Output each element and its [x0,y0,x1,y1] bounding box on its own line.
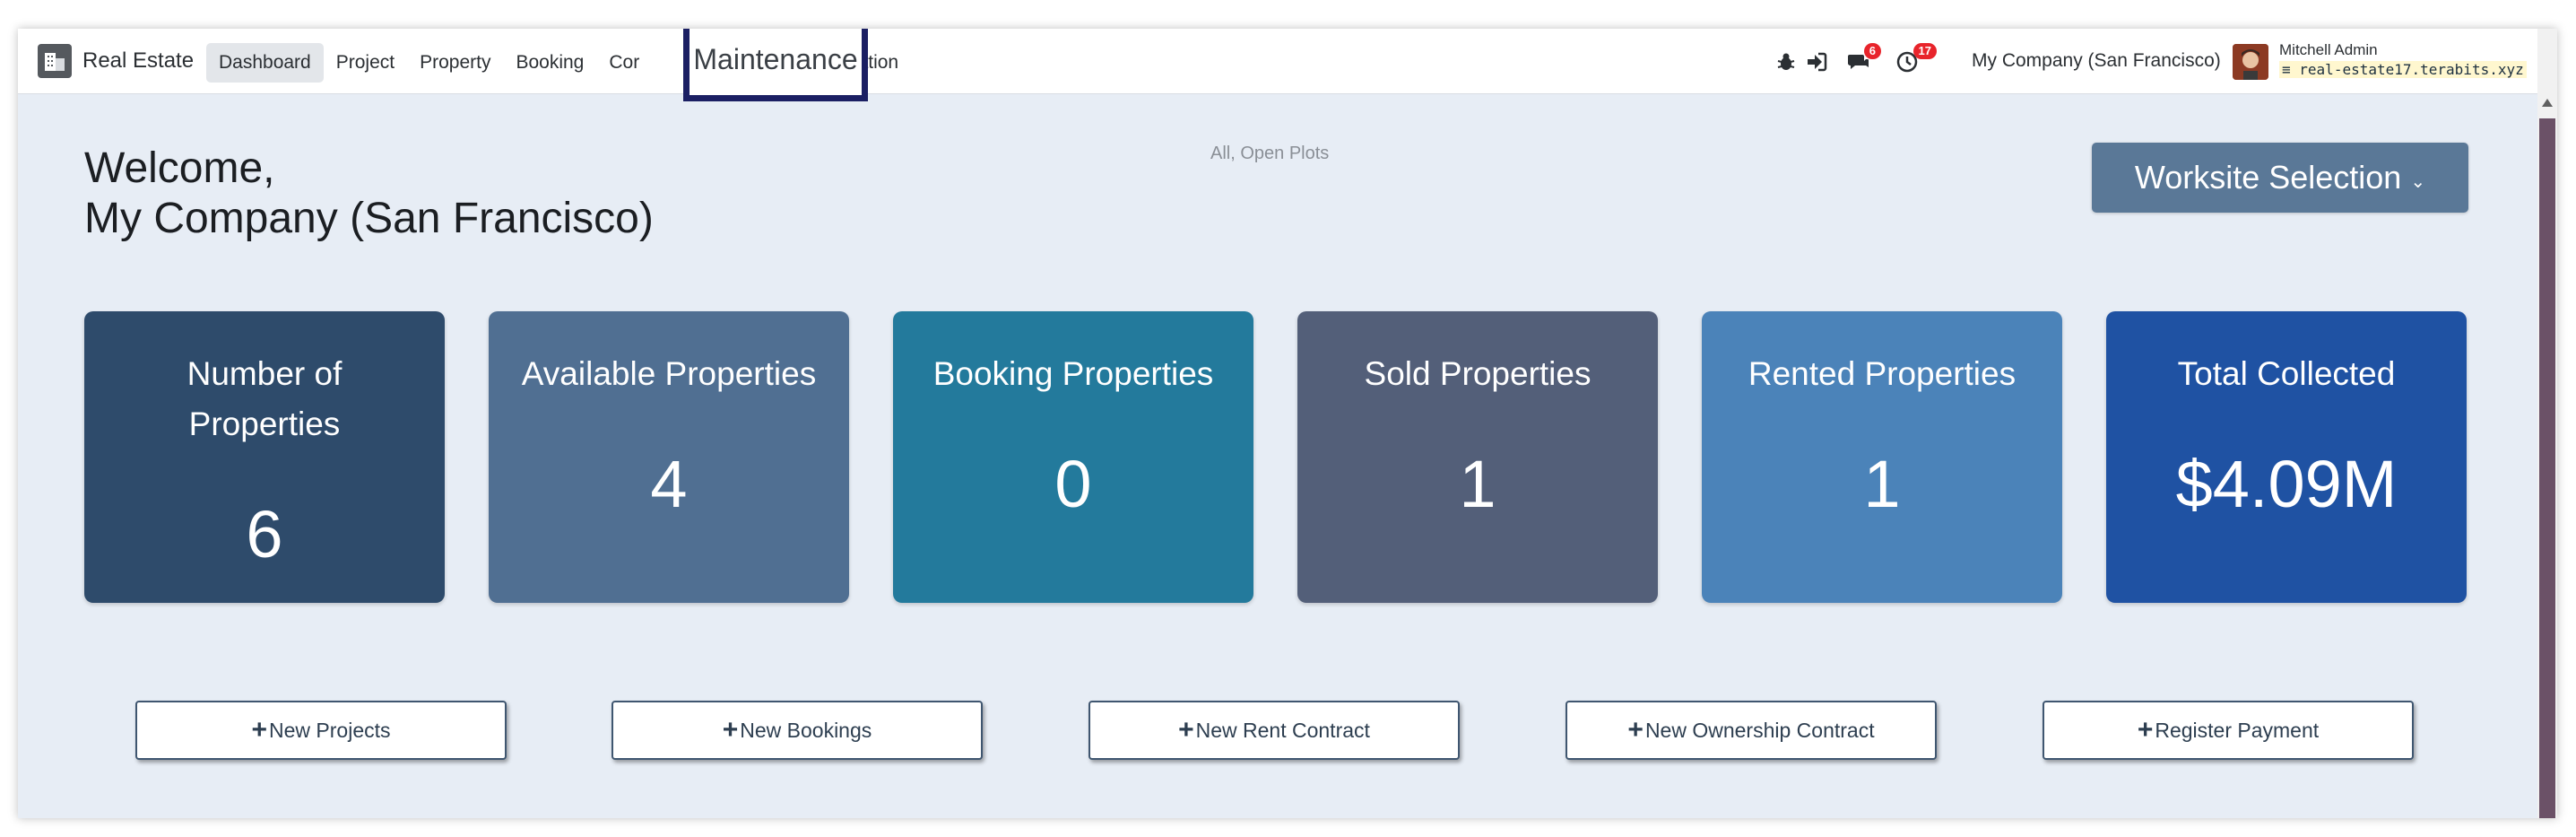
card-title: Booking Properties [932,355,1214,392]
card-value: 6 [246,497,283,571]
scroll-up-arrow[interactable] [2542,99,2553,107]
card-booking-properties[interactable]: Booking Properties 0 [893,311,1253,603]
company-line: My Company (San Francisco) [84,195,654,242]
card-title: Total Collected [2177,355,2396,392]
sign-in-icon[interactable] [1805,50,1828,74]
card-title: Sold Properties [1364,355,1592,392]
menu-property[interactable]: Property [407,43,503,83]
card-value: $4.09M [2175,447,2398,521]
card-title: Rented Properties [1748,355,2017,392]
database-label: real-estate17.terabits.xyz [2299,61,2524,78]
chevron-down-icon: ⌄ [2410,171,2426,192]
app-window: Real Estate Dashboard Project Property B… [18,29,2557,818]
card-title: Number of Properties [186,355,343,442]
card-sold-properties[interactable]: Sold Properties 1 [1297,311,1658,603]
button-label: Register Payment [2155,718,2320,742]
new-rent-contract-button[interactable]: + New Rent Contract [1089,701,1460,760]
clock-icon[interactable]: 17 [1895,43,1937,74]
filter-label: All, Open Plots [1210,144,1330,163]
card-number-of-properties[interactable]: Number of Properties 6 [84,311,445,603]
company-switcher[interactable]: My Company (San Francisco) [1972,50,2221,72]
welcome-heading: Welcome, My Company (San Francisco) [84,144,654,244]
new-ownership-contract-button[interactable]: + New Ownership Contract [1566,701,1937,760]
button-label: New Ownership Contract [1644,718,1875,742]
scrollbar-thumb[interactable] [2539,118,2555,818]
worksite-selection-button[interactable]: Worksite Selection ⌄ [2092,143,2468,213]
card-value: 1 [1459,447,1496,521]
messages-badge: 6 [1863,43,1881,59]
app-name[interactable]: Real Estate [82,48,194,74]
menu-project[interactable]: Project [324,43,407,83]
database-icon: ≡ [2282,61,2291,78]
button-label: New Projects [269,718,391,742]
register-payment-button[interactable]: + Register Payment [2043,701,2414,760]
card-rented-properties[interactable]: Rented Properties 1 [1702,311,2062,603]
avatar[interactable] [2233,44,2268,80]
menu-dashboard[interactable]: Dashboard [206,43,324,83]
card-value: 0 [1054,447,1092,521]
building-icon[interactable] [38,44,72,78]
card-available-properties[interactable]: Available Properties 4 [489,311,849,603]
menu-booking[interactable]: Booking [503,43,596,83]
bug-icon[interactable] [1774,50,1798,74]
plus-icon: + [1178,715,1194,745]
plus-icon: + [251,715,268,745]
menu-contracts[interactable]: Cor [596,43,639,83]
plus-icon: + [1627,715,1644,745]
card-value: 4 [650,447,688,521]
card-title: Available Properties [521,355,817,392]
plus-icon: + [722,715,739,745]
card-total-collected[interactable]: Total Collected $4.09M [2106,311,2467,603]
plus-icon: + [2137,715,2154,745]
user-name[interactable]: Mitchell Admin [2279,41,2378,59]
new-projects-button[interactable]: + New Projects [135,701,507,760]
database-name: ≡ real-estate17.terabits.xyz [2279,61,2527,78]
button-label: New Rent Contract [1195,718,1370,742]
chat-icon[interactable]: 6 [1847,43,1881,74]
top-navbar: Real Estate Dashboard Project Property B… [18,29,2537,101]
welcome-line: Welcome, [84,144,275,192]
new-bookings-button[interactable]: + New Bookings [611,701,983,760]
activities-badge: 17 [1912,43,1937,59]
button-label: New Bookings [740,718,872,742]
menu-maintenance-highlight[interactable]: Maintenance [683,29,868,101]
worksite-label: Worksite Selection [2134,159,2402,196]
card-value: 1 [1863,447,1901,521]
